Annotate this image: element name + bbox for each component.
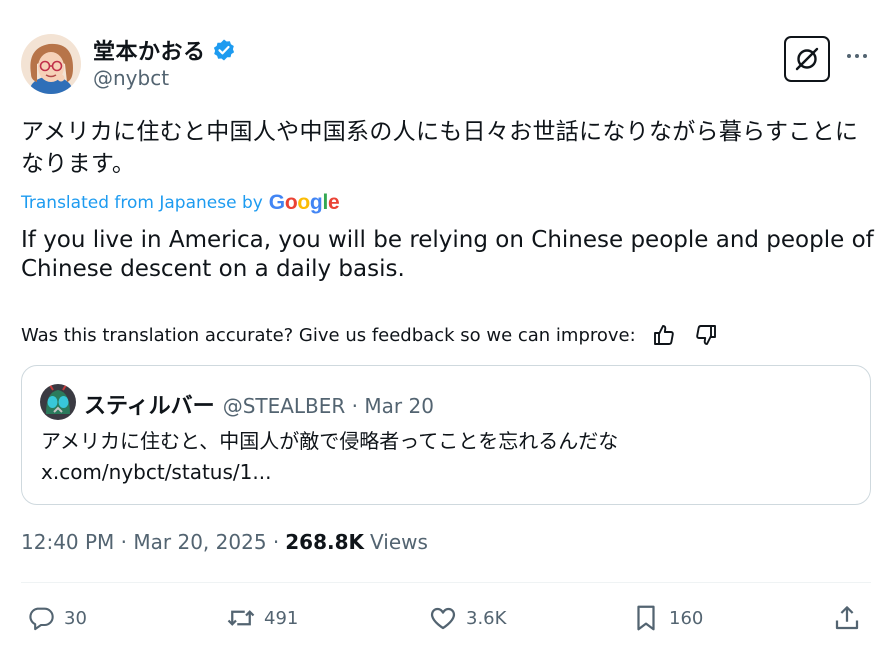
- views-label: Views: [370, 530, 428, 554]
- quote-header: スティルバー @STEALBER · Mar 20: [84, 388, 434, 420]
- tweet-meta: 12:40 PM · Mar 20, 2025 · 268.8K Views: [21, 530, 428, 554]
- quote-handle-date: @STEALBER · Mar 20: [222, 394, 434, 418]
- author-display-name[interactable]: 堂本かおる: [93, 34, 206, 66]
- author-avatar-image: [21, 34, 81, 94]
- quote-text: アメリカに住むと、中国人が敵で侵略者ってことを忘れるんだな x.com/nybc…: [41, 426, 851, 488]
- translation-attribution: Translated from Japanese by Google: [21, 191, 340, 215]
- author-avatar[interactable]: [21, 34, 81, 94]
- more-icon-dot: [855, 54, 859, 58]
- google-logo: Google: [268, 191, 340, 214]
- quote-body: アメリカに住むと、中国人が敵で侵略者ってことを忘れるんだな: [41, 429, 619, 453]
- grok-button[interactable]: [784, 36, 830, 82]
- quote-avatar[interactable]: [40, 384, 76, 420]
- translation-text: If you live in America, you will be rely…: [21, 227, 874, 282]
- divider: [21, 582, 871, 583]
- repost-count: 491: [264, 607, 299, 629]
- feedback-prompt: Was this translation accurate? Give us f…: [21, 324, 636, 346]
- more-icon: [847, 54, 851, 58]
- thumbs-down-button[interactable]: [692, 321, 720, 349]
- share-icon: [832, 603, 862, 633]
- verified-icon: [212, 38, 236, 62]
- share-button[interactable]: [832, 603, 862, 633]
- translated-label[interactable]: Translated from Japanese by: [21, 193, 263, 213]
- tweet-text: アメリカに住むと中国人や中国系の人にも日々お世話になりながら暮らすことになります…: [21, 119, 859, 177]
- quote-display-name[interactable]: スティルバー: [84, 388, 215, 420]
- author-handle[interactable]: @nybct: [93, 66, 169, 90]
- quote-avatar-image: [40, 384, 76, 420]
- more-button[interactable]: [842, 44, 872, 68]
- thumbs-up-icon: [653, 325, 674, 345]
- quote-link[interactable]: x.com/nybct/status/1...: [41, 457, 851, 488]
- timestamp[interactable]: 12:40 PM · Mar 20, 2025 ·: [21, 530, 279, 554]
- bookmark-icon: [631, 603, 661, 633]
- thumbs-up-button[interactable]: [650, 321, 678, 349]
- reply-icon: [26, 603, 56, 633]
- like-button[interactable]: 3.6K: [428, 603, 506, 633]
- author-name-row[interactable]: 堂本かおる: [93, 34, 236, 66]
- grok-icon: [795, 47, 819, 71]
- like-icon: [428, 603, 458, 633]
- repost-button[interactable]: 491: [226, 603, 298, 633]
- quoted-tweet[interactable]: スティルバー @STEALBER · Mar 20 アメリカに住むと、中国人が敵…: [21, 365, 871, 505]
- more-icon-dot: [863, 54, 867, 58]
- reply-button[interactable]: 30: [26, 603, 87, 633]
- reply-count: 30: [64, 607, 87, 629]
- thumbs-down-icon: [695, 325, 716, 345]
- views-count: 268.8K: [285, 530, 365, 554]
- like-count: 3.6K: [466, 607, 507, 629]
- bookmark-button[interactable]: 160: [631, 603, 703, 633]
- repost-icon: [226, 603, 256, 633]
- bookmark-count: 160: [669, 607, 704, 629]
- translation-feedback: Was this translation accurate? Give us f…: [21, 321, 720, 349]
